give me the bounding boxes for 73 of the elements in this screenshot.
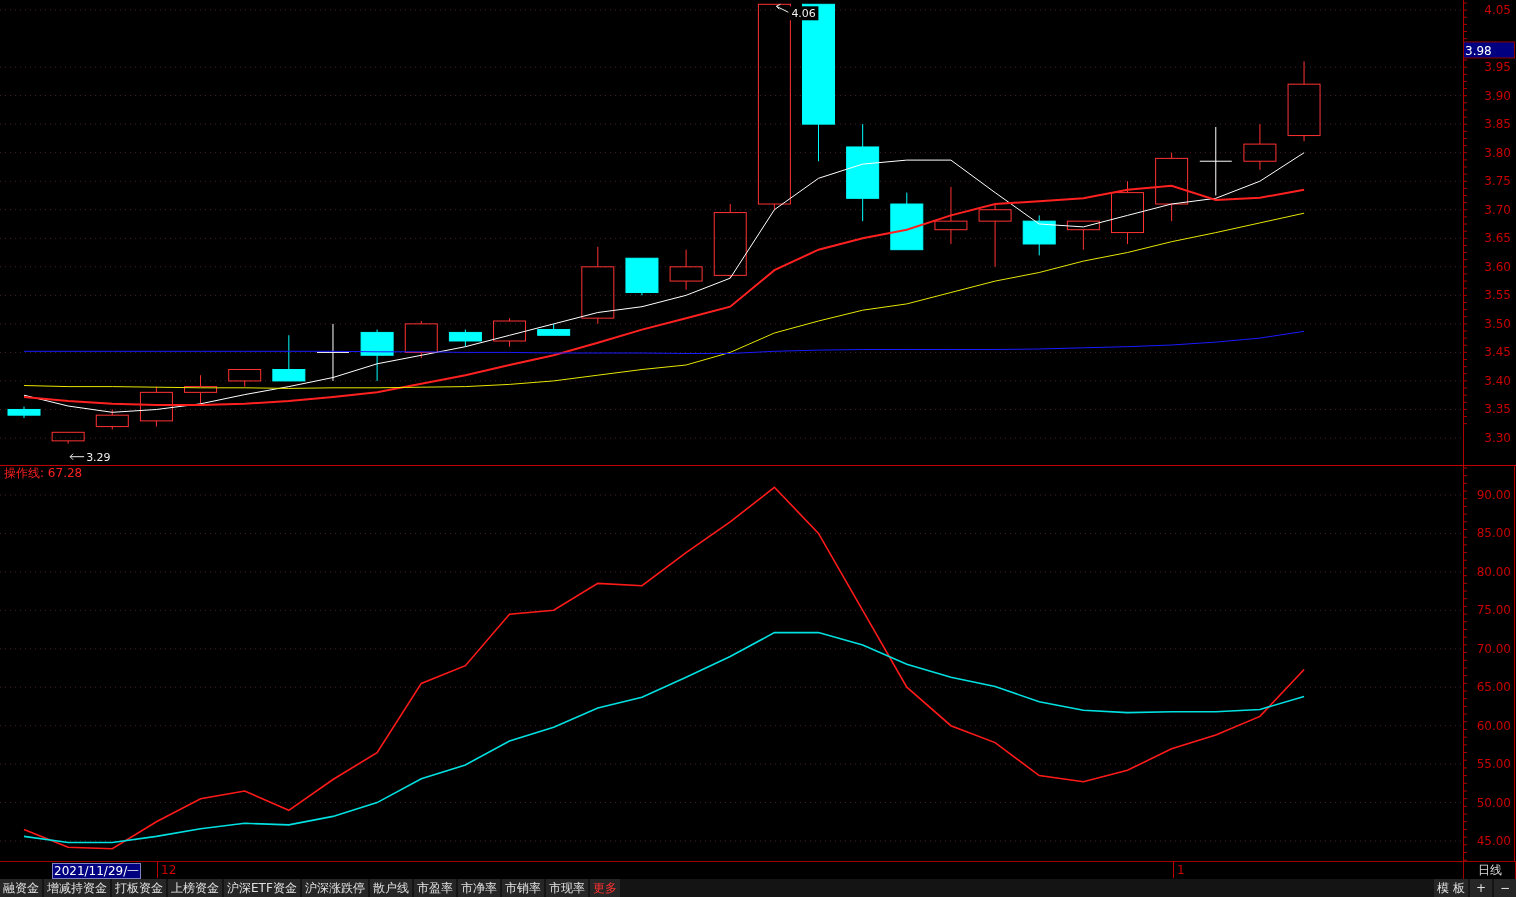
axis-label: 3.40 xyxy=(1484,373,1511,388)
axis-label: 50.00 xyxy=(1476,796,1511,811)
candlestick xyxy=(890,192,924,251)
candlestick xyxy=(1022,214,1056,256)
axis-label: 60.00 xyxy=(1476,719,1511,734)
candlestick xyxy=(51,431,85,445)
arrow-icon xyxy=(69,453,85,461)
tab[interactable]: 融资金 xyxy=(0,879,42,897)
candlestick xyxy=(228,369,262,388)
candlestick xyxy=(316,323,350,382)
axis-label: 55.00 xyxy=(1476,757,1511,772)
candlestick xyxy=(360,329,394,382)
tab[interactable]: 散户线 xyxy=(369,879,412,897)
indicator-legend: 操作线: 67.28 xyxy=(4,466,83,481)
candlestick xyxy=(934,186,968,245)
tab[interactable]: 沪深ETF资金 xyxy=(224,879,300,897)
high-price-label: 4.06 xyxy=(789,6,819,21)
candlestick xyxy=(7,406,41,419)
axis-label: 75.00 xyxy=(1476,603,1511,618)
candlestick xyxy=(978,203,1012,268)
tab[interactable]: 市销率 xyxy=(501,879,544,897)
axis-label: 65.00 xyxy=(1476,680,1511,695)
tab[interactable]: 打板资金 xyxy=(112,879,166,897)
candlestick xyxy=(1111,180,1144,245)
tab[interactable]: 更多 xyxy=(589,879,620,897)
axis-label: 45.00 xyxy=(1476,834,1511,849)
axis-label: 85.00 xyxy=(1476,526,1511,541)
candlestick xyxy=(404,320,438,359)
month-label: 12 xyxy=(157,862,177,878)
candlestick xyxy=(448,329,482,348)
toolbar-button[interactable]: 模 板 xyxy=(1434,879,1468,897)
axis-label: 3.60 xyxy=(1484,259,1511,274)
candlestick xyxy=(1199,126,1233,196)
candlestick xyxy=(493,317,527,348)
tab[interactable]: 市盈率 xyxy=(413,879,456,897)
candlestick xyxy=(1155,152,1189,222)
low-price-label: 3.29 xyxy=(86,450,111,464)
axis-label: 3.85 xyxy=(1484,117,1511,132)
axis-label: 90.00 xyxy=(1476,488,1511,503)
axis-label: 80.00 xyxy=(1476,565,1511,580)
candlestick xyxy=(139,386,173,428)
candlestick xyxy=(184,374,218,405)
axis-label: 4.05 xyxy=(1484,3,1511,17)
axis-label: 3.95 xyxy=(1484,60,1511,75)
tab[interactable]: 市现率 xyxy=(545,879,588,897)
candlestick xyxy=(1243,123,1277,171)
tab[interactable]: 市净率 xyxy=(457,879,500,897)
candlestick xyxy=(1066,220,1100,251)
tab[interactable]: 上榜资金 xyxy=(168,879,222,897)
axis-label: 3.45 xyxy=(1484,345,1511,360)
cursor-date: 2021/11/29/一 xyxy=(52,863,142,879)
month-label: 1 xyxy=(1173,862,1185,878)
axis-label: 3.70 xyxy=(1484,202,1511,217)
axis-label: 3.30 xyxy=(1484,431,1511,445)
axis-label: 70.00 xyxy=(1476,642,1511,657)
arrow-icon xyxy=(775,3,789,13)
axis-label: 3.50 xyxy=(1484,316,1511,331)
axis-label: 3.80 xyxy=(1484,145,1511,160)
candlestick xyxy=(537,323,571,336)
price-tag: 3.98 xyxy=(1463,41,1515,59)
axis-label: 3.35 xyxy=(1484,402,1511,417)
tab[interactable]: 增减持资金 xyxy=(44,879,110,897)
tab[interactable]: 沪深涨跌停 xyxy=(301,879,368,897)
candlestick xyxy=(272,334,306,382)
candlestick xyxy=(95,408,129,430)
toolbar-button[interactable]: − xyxy=(1494,879,1516,897)
axis-label: 3.75 xyxy=(1484,174,1511,189)
candlestick xyxy=(625,257,659,296)
candlestick xyxy=(669,249,703,291)
axis-label: 3.65 xyxy=(1484,231,1511,246)
axis-label: 3.90 xyxy=(1484,88,1511,103)
toolbar-button[interactable]: + xyxy=(1470,879,1492,897)
axis-label: 3.55 xyxy=(1484,288,1511,303)
